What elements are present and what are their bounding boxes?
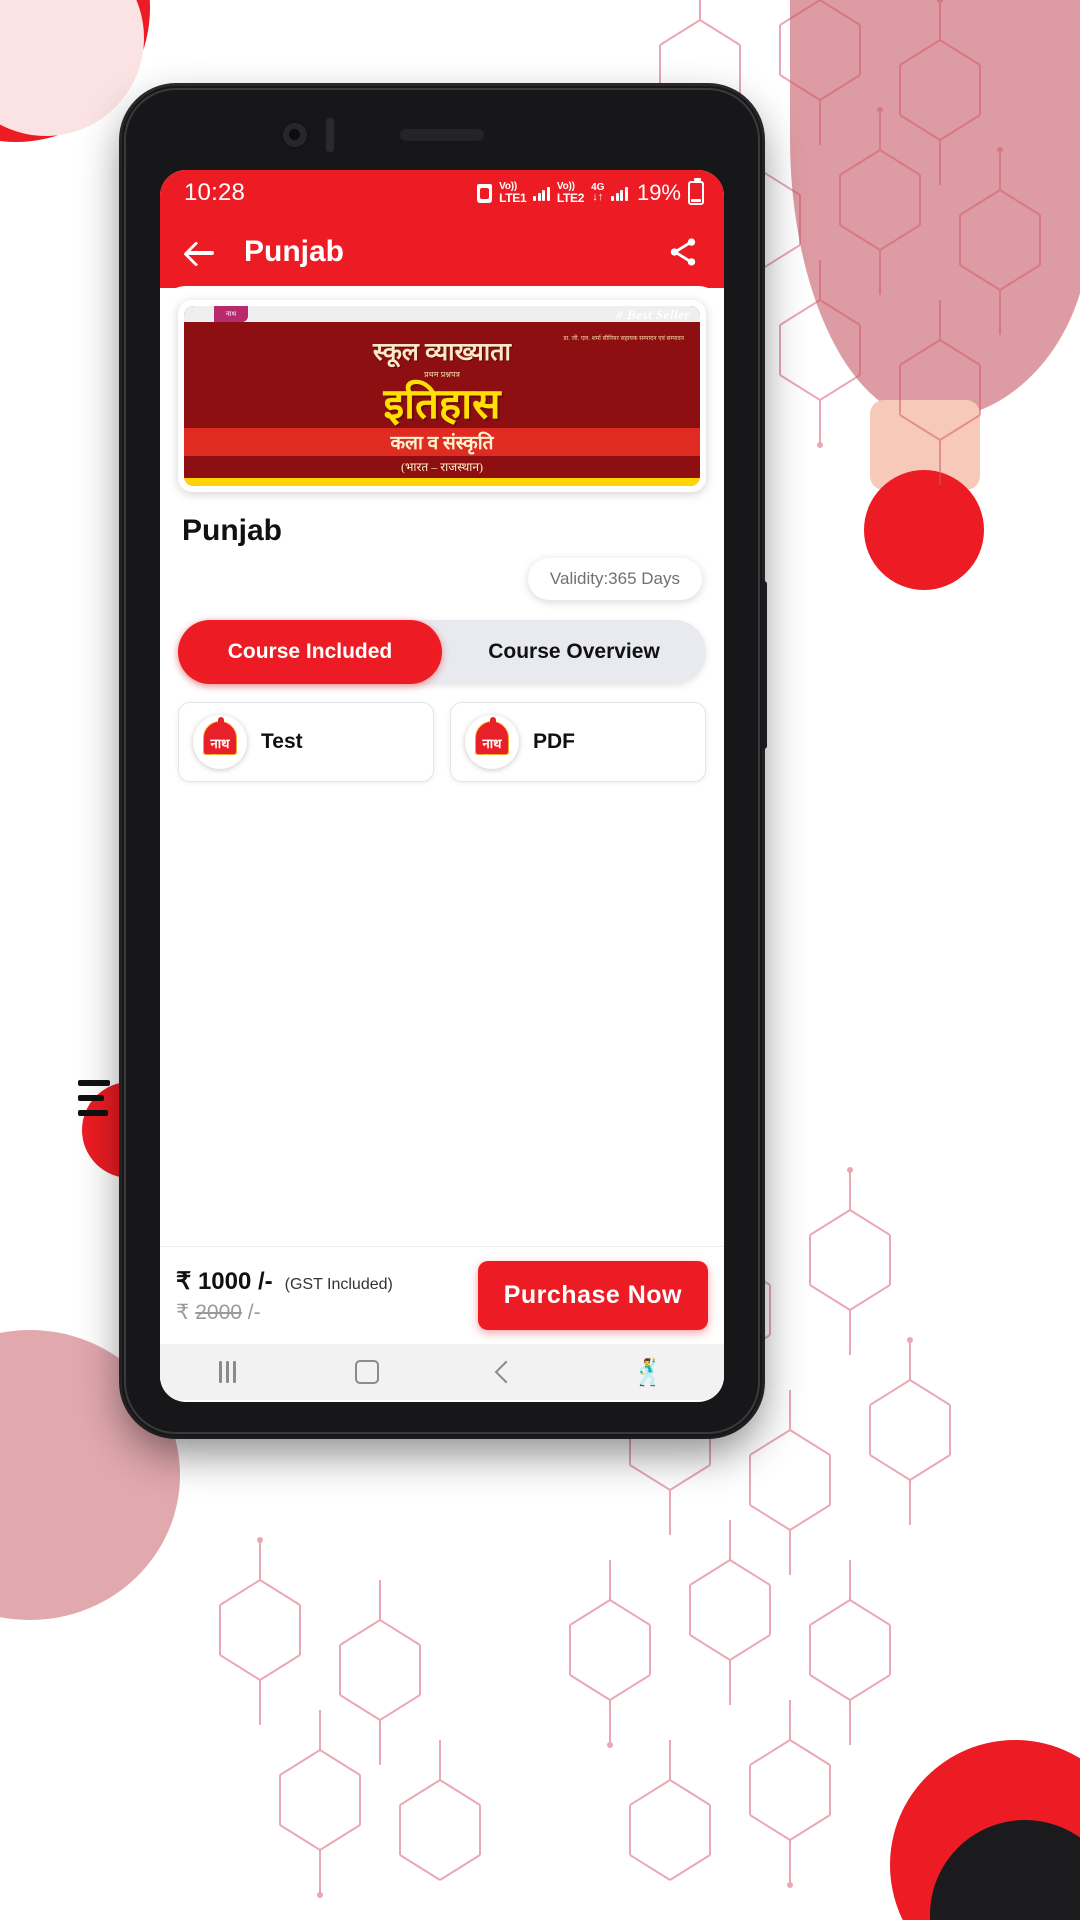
status-time: 10:28 [184, 179, 246, 206]
home-icon[interactable] [354, 1360, 379, 1384]
battery-percent-label: 19% [636, 180, 681, 205]
cover-region-note: (भारत – राजस्थान) [400, 460, 484, 474]
data-arrows-icon: ↓↑ [592, 191, 604, 203]
price-group: ₹ 1000 /- (GST Included) ₹ 2000 /- [176, 1267, 393, 1325]
decor-circle-bottom-right-red [890, 1740, 1080, 1920]
front-camera [280, 120, 310, 150]
purchase-now-button[interactable]: Purchase Now [477, 1261, 708, 1330]
tab-course-included[interactable]: Course Included [178, 620, 442, 684]
course-cover-card[interactable]: नाथ # Best Seller स्कूल व्याख्याता प्रथम… [178, 300, 706, 492]
status-bar: 10:28 Vo)) LTE1 Vo)) LTE2 4G ↓↑ 19% [160, 170, 724, 216]
sim1-signal-bars-icon [533, 186, 550, 201]
decor-hex-pattern-bottom-left [219, 1537, 481, 1898]
course-item-label: PDF [533, 730, 575, 753]
logo-word-secondary: पब्लिकेशन [208, 756, 232, 762]
course-title: Punjab [182, 514, 283, 547]
page-title: Punjab [244, 235, 345, 268]
battery-icon [688, 178, 704, 205]
recent-apps-icon[interactable] [219, 1361, 237, 1383]
original-price: 2000 [195, 1300, 242, 1324]
accessibility-icon[interactable]: 🕺 [632, 1359, 664, 1385]
sensor-bar [326, 118, 334, 152]
back-arrow-icon[interactable] [184, 235, 218, 269]
decor-circle-top-left-pink [0, 0, 144, 136]
currency-symbol: ₹ [176, 1300, 190, 1324]
logo-word-primary: नाथ [482, 736, 502, 751]
tab-course-overview[interactable]: Course Overview [442, 620, 706, 684]
validity-badge: Validity:365 Days [527, 558, 702, 600]
nav-back-icon[interactable] [494, 1360, 517, 1384]
price-bar: ₹ 1000 /- (GST Included) ₹ 2000 /- Purch… [160, 1246, 724, 1344]
validity-row: Validity:365 Days [160, 548, 724, 600]
earpiece-speaker [400, 129, 484, 141]
cover-bestseller-badge: # Best Seller [616, 307, 690, 322]
decor-circle-right-red [864, 470, 984, 590]
cover-big-title: इतिहास [383, 382, 501, 428]
gst-note: (GST Included) [284, 1275, 393, 1293]
logo-word-secondary: पब्लिकेशन [480, 756, 504, 762]
share-icon[interactable] [666, 235, 700, 269]
decor-shape-right-peach [870, 400, 980, 490]
cover-subtitle-band: कला व संस्कृति [184, 428, 700, 456]
original-price-suffix: /- [247, 1300, 261, 1324]
system-nav-bar: 🕺 [160, 1344, 724, 1400]
volume-button[interactable] [761, 581, 767, 749]
course-item-pdf[interactable]: नाथ पब्लिकेशन PDF [450, 702, 706, 782]
decor-shape-top-right-rose [790, 0, 1080, 420]
cover-yellow-bar [184, 478, 700, 486]
content-sheet: नाथ # Best Seller स्कूल व्याख्याता प्रथम… [160, 286, 724, 1400]
cover-publisher-mark: नाथ [214, 306, 248, 322]
cover-corner-note: डा. जी. एल. शर्मा सीनियर सहायक सम्पादन ए… [563, 336, 684, 342]
status-indicators: Vo)) LTE1 Vo)) LTE2 4G ↓↑ 19% [477, 178, 704, 206]
book-cover-image: नाथ # Best Seller स्कूल व्याख्याता प्रथम… [184, 306, 700, 486]
course-tabs: Course Included Course Overview [178, 620, 706, 684]
nath-logo-icon: नाथ पब्लिकेशन [193, 715, 247, 769]
current-price: ₹ 1000 /- [176, 1267, 273, 1295]
original-price-row: ₹ 2000 /- [176, 1300, 393, 1325]
course-item-label: Test [261, 730, 303, 753]
nath-logo-icon: नाथ पब्लिकेशन [465, 715, 519, 769]
sim2-signal-bars-icon [611, 186, 628, 201]
sim-card-icon [477, 183, 493, 203]
course-items-row: नाथ पब्लिकेशन Test नाथ पब्लिकेशन PDF [178, 702, 706, 782]
decor-hamburger-icon [78, 1080, 110, 1125]
sim2-lte-label: LTE2 [556, 191, 585, 205]
sim1-volte-indicator: Vo)) LTE1 [499, 182, 527, 205]
logo-word-primary: नाथ [210, 736, 230, 751]
network-type-indicator: 4G ↓↑ [591, 183, 604, 203]
phone-screen: 10:28 Vo)) LTE1 Vo)) LTE2 4G ↓↑ 19% Punj… [160, 170, 724, 1402]
price-current-row: ₹ 1000 /- (GST Included) [176, 1267, 393, 1296]
page-root: 10:28 Vo)) LTE1 Vo)) LTE2 4G ↓↑ 19% Punj… [0, 0, 1080, 1920]
course-item-test[interactable]: नाथ पब्लिकेशन Test [178, 702, 434, 782]
app-bar: Punjab [160, 216, 724, 288]
sim2-volte-indicator: Vo)) LTE2 [556, 182, 585, 205]
cover-line-1-sub: प्रथम प्रश्नपत्र [424, 370, 460, 379]
phone-device: 10:28 Vo)) LTE1 Vo)) LTE2 4G ↓↑ 19% Punj… [122, 86, 767, 1436]
sim1-lte-label: LTE1 [499, 191, 527, 205]
decor-circle-bottom-right-dark [930, 1820, 1080, 1920]
